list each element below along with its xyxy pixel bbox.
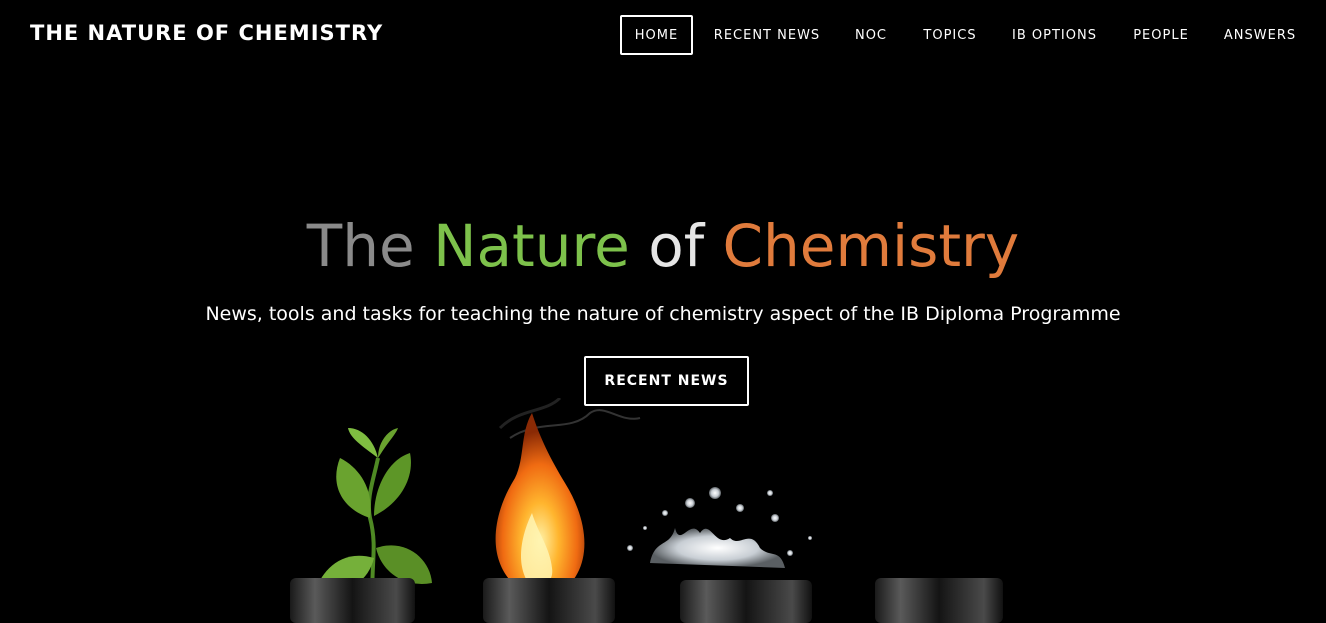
hero-title-word-the: The (306, 212, 415, 280)
nav-ib-options[interactable]: IB OPTIONS (1003, 15, 1106, 55)
site-title[interactable]: THE NATURE OF CHEMISTRY (30, 21, 383, 45)
glass-4 (875, 578, 1003, 623)
flame (495, 413, 585, 596)
glass-2 (483, 578, 615, 623)
hero-image (290, 398, 1003, 623)
hero-subtitle: News, tools and tasks for teaching the n… (205, 303, 1121, 325)
hero-title-word-chemistry: Chemistry (722, 212, 1020, 280)
hero-title-word-nature: Nature (433, 212, 630, 280)
nav-answers[interactable]: ANSWERS (1216, 15, 1304, 55)
plant-sprout (315, 428, 432, 604)
hero-title-word-of: of (648, 212, 705, 280)
hero-title: The Nature of Chemistry (0, 212, 1326, 280)
glass-3 (680, 580, 812, 623)
glass-1 (290, 578, 415, 623)
water-splash (627, 487, 812, 568)
nav-noc[interactable]: NOC (845, 15, 897, 55)
nav-topics[interactable]: TOPICS (914, 15, 986, 55)
nav-people[interactable]: PEOPLE (1124, 15, 1198, 55)
nav-home[interactable]: HOME (620, 15, 693, 55)
nav-recent-news[interactable]: RECENT NEWS (706, 15, 828, 55)
